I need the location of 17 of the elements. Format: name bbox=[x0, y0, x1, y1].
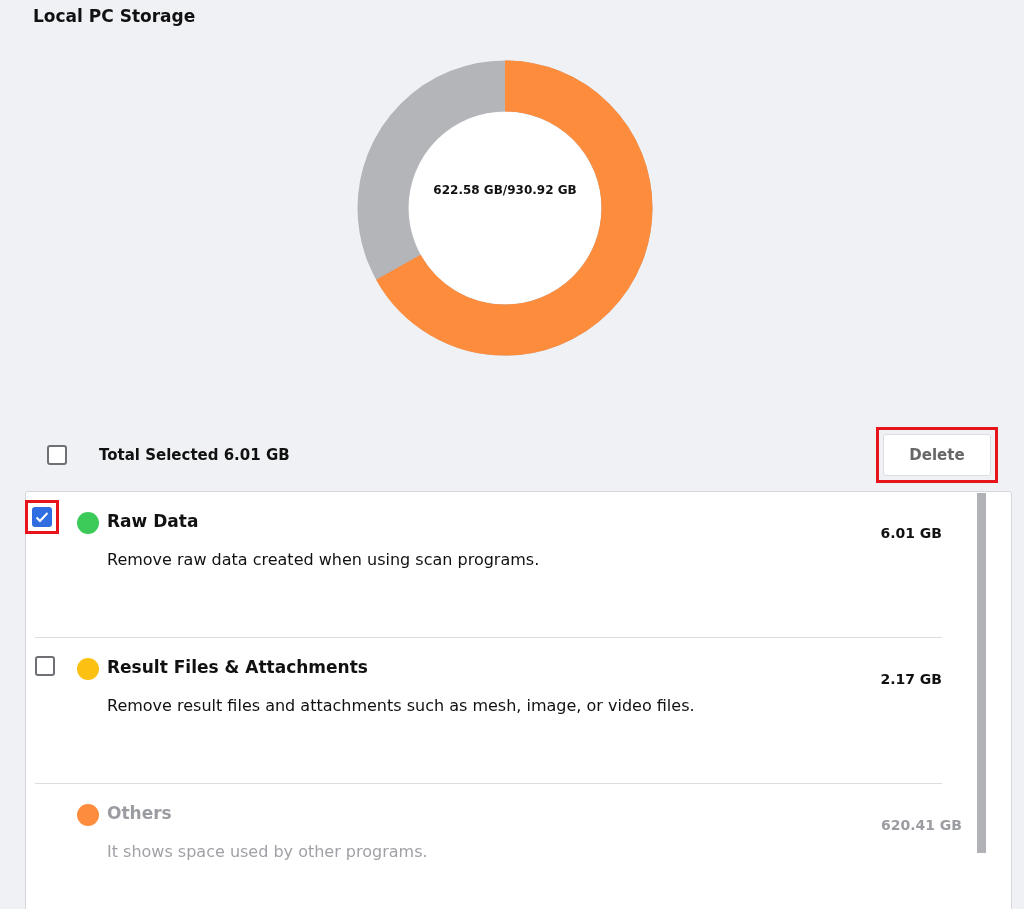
page-title: Local PC Storage bbox=[32, 6, 197, 28]
item-title: Others bbox=[107, 803, 173, 823]
scrollbar[interactable] bbox=[977, 493, 986, 853]
item-size: 2.17 GB bbox=[879, 671, 942, 687]
item-description: Remove result files and attachments such as mesh, image, or video files. bbox=[107, 696, 696, 715]
checkbox[interactable] bbox=[47, 445, 67, 465]
item-title: Result Files & Attachments bbox=[107, 657, 369, 677]
item-title: Raw Data bbox=[107, 511, 200, 531]
storage-usage: 622.58 GB/930.92 GB bbox=[433, 183, 577, 197]
item-description: It shows space used by other programs. bbox=[107, 842, 429, 861]
total-selected: Total Selected 6.01 GB bbox=[99, 446, 291, 464]
delete-button[interactable]: Delete bbox=[883, 434, 991, 476]
item-size: 6.01 GB bbox=[879, 525, 942, 541]
checkbox[interactable] bbox=[35, 656, 55, 676]
item-size: 620.41 GB bbox=[879, 817, 962, 833]
checkbox[interactable] bbox=[32, 507, 52, 527]
item-description: Remove raw data created when using scan programs. bbox=[107, 550, 541, 569]
